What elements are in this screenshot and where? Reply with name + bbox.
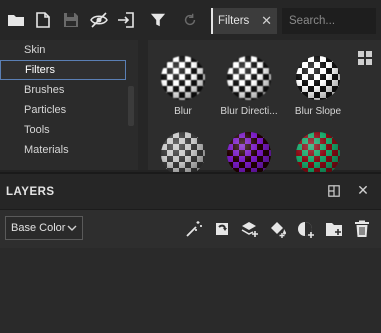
delete-icon[interactable] — [352, 219, 372, 239]
panel-header: LAYERS ✕ — [0, 174, 381, 210]
chevron-down-icon — [67, 225, 77, 231]
layers-list[interactable] — [0, 248, 381, 333]
category-item-particles[interactable]: Particles — [0, 100, 126, 120]
asset-label: Blur Slope — [294, 106, 342, 117]
category-list: Skin Filters Brushes Particles Tools Mat… — [0, 40, 126, 170]
filter-tag-label: Filters — [218, 15, 250, 27]
scrollbar-thumb[interactable] — [128, 86, 134, 126]
asset-label: Blur Directi... — [220, 106, 278, 117]
asset-thumbnail[interactable]: Blur — [153, 56, 213, 117]
new-file-icon[interactable] — [30, 6, 58, 34]
material-preview — [161, 56, 205, 100]
dock-icon[interactable] — [328, 185, 340, 197]
save-icon[interactable] — [57, 6, 85, 34]
category-item-tools[interactable]: Tools — [0, 120, 126, 140]
category-item-skin[interactable]: Skin — [0, 40, 126, 60]
asset-label: Blur — [174, 106, 192, 117]
add-folder-icon[interactable] — [324, 219, 344, 239]
smart-material-icon[interactable] — [296, 219, 316, 239]
grid-view-icon[interactable] — [357, 50, 373, 66]
asset-thumbnail[interactable] — [153, 132, 213, 176]
close-icon[interactable]: ✕ — [356, 183, 370, 197]
material-preview — [296, 56, 340, 100]
search-input[interactable]: Search... — [282, 8, 376, 34]
layers-panel: LAYERS ✕ Base Color — [0, 172, 381, 333]
filter-tag[interactable]: Filters ✕ — [211, 8, 277, 34]
rotate-mask-icon[interactable] — [212, 219, 232, 239]
fill-layer-icon[interactable] — [268, 219, 288, 239]
material-preview — [227, 56, 271, 100]
shelf-toolbar — [0, 0, 140, 40]
category-scrollbar[interactable] — [126, 40, 136, 170]
material-preview — [296, 132, 340, 176]
splitter[interactable] — [138, 40, 148, 170]
panel-title: LAYERS — [6, 186, 55, 198]
asset-grid: Blur Blur Directi... Blur Slope — [148, 40, 381, 176]
category-item-brushes[interactable]: Brushes — [0, 80, 126, 100]
hide-icon[interactable] — [85, 6, 113, 34]
close-icon[interactable]: ✕ — [261, 14, 272, 27]
folder-icon[interactable] — [2, 6, 30, 34]
top-panel: Filters ✕ Search... Skin Filters Brushes… — [0, 0, 381, 176]
asset-thumbnail[interactable] — [219, 132, 279, 176]
category-item-filters[interactable]: Filters — [0, 60, 126, 80]
export-icon[interactable] — [112, 6, 140, 34]
magic-wand-icon[interactable] — [184, 219, 204, 239]
channel-dropdown[interactable]: Base Color — [5, 216, 83, 240]
reset-icon[interactable] — [180, 10, 200, 30]
layers-toolbar: Base Color — [0, 210, 381, 248]
asset-thumbnail[interactable]: Blur Directi... — [219, 56, 279, 117]
filter-toolbar: Filters ✕ Search... — [140, 0, 381, 40]
asset-thumbnail[interactable] — [288, 132, 348, 176]
material-preview — [161, 132, 205, 176]
category-item-materials[interactable]: Materials — [0, 140, 126, 160]
funnel-icon[interactable] — [148, 10, 168, 30]
add-layer-icon[interactable] — [240, 219, 260, 239]
material-preview — [227, 132, 271, 176]
search-placeholder: Search... — [289, 15, 336, 27]
channel-value: Base Color — [11, 222, 66, 234]
asset-thumbnail[interactable]: Blur Slope — [288, 56, 348, 117]
